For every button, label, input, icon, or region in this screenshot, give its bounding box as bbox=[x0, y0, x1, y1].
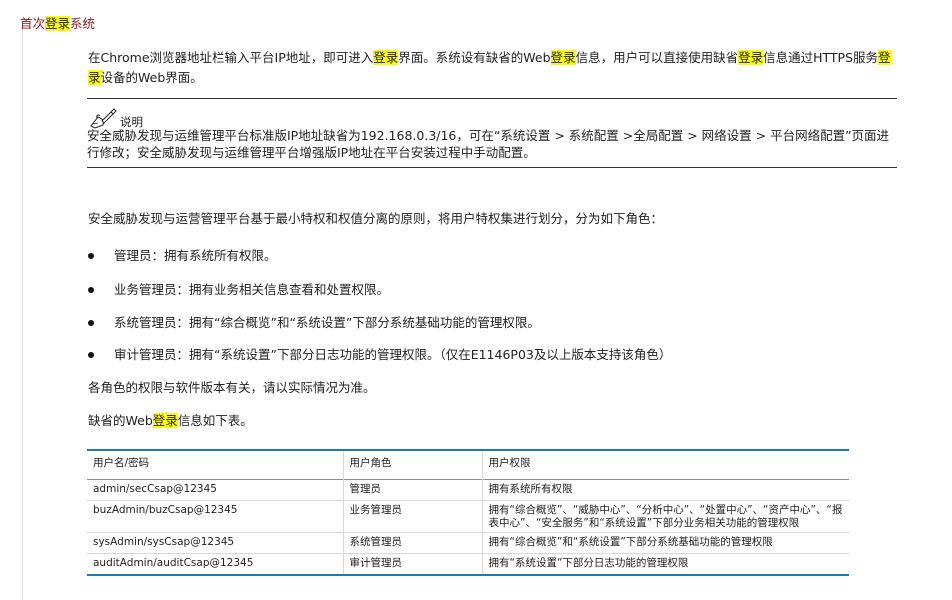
cell-role: 审计管理员 bbox=[343, 553, 483, 575]
highlighted-term: 登录 bbox=[738, 50, 764, 65]
note-box: 说明 安全威胁发现与运维管理平台标准版IP地址缺省为192.168.0.3/16… bbox=[87, 98, 897, 168]
column-header-role: 用户角色 bbox=[343, 450, 483, 480]
role-item-text: 业务管理员：拥有业务相关信息查看和处置权限。 bbox=[114, 282, 390, 297]
bullet-dot bbox=[88, 253, 94, 259]
intro-paragraph: 在Chrome浏览器地址栏输入平台IP地址，即可进入登录界面。系统设有缺省的We… bbox=[88, 48, 898, 88]
cell-credentials: admin/secCsap@12345 bbox=[87, 479, 344, 501]
text-run: 信息通过HTTPS服务 bbox=[763, 50, 879, 65]
cell-role: 系统管理员 bbox=[343, 532, 483, 554]
text-run: 设备的Web界面。 bbox=[100, 70, 203, 85]
note-text: 安全威胁发现与运维管理平台标准版IP地址缺省为192.168.0.3/16，可在… bbox=[87, 128, 890, 160]
section-title-highlight: 登录 bbox=[45, 16, 71, 31]
text-run: 缺省的Web bbox=[88, 413, 153, 428]
text-run: 在Chrome浏览器地址栏输入平台IP地址，即可进入 bbox=[88, 50, 374, 65]
column-header-credentials: 用户名/密码 bbox=[87, 450, 344, 480]
cell-credentials: auditAdmin/auditCsap@12345 bbox=[87, 553, 344, 575]
cell-role: 业务管理员 bbox=[343, 500, 483, 533]
note-header: 说明 bbox=[89, 105, 143, 129]
column-header-permissions: 用户权限 bbox=[488, 457, 531, 469]
version-note: 各角色的权限与软件版本有关，请以实际情况为准。 bbox=[88, 380, 376, 395]
text-run: 界面。系统设有缺省的Web bbox=[398, 50, 551, 65]
table-row: admin/secCsap@12345 管理员 拥有系统所有权限 bbox=[87, 479, 849, 501]
bullet-dot bbox=[88, 320, 94, 326]
page-left-rule bbox=[22, 30, 23, 600]
cell-permissions: 拥有“综合概览”、“威胁中心”、“分析中心”、“处置中心”、“资产中心”、“报表… bbox=[488, 504, 843, 529]
hand-writing-note-icon bbox=[89, 107, 117, 129]
highlighted-term: 登录 bbox=[550, 50, 576, 65]
cell-permissions: 拥有“综合概览”和“系统设置”下部分系统基础功能的管理权限 bbox=[488, 536, 773, 548]
role-item-text: 审计管理员：拥有“系统设置”下部分日志功能的管理权限。（仅在E1146P03及以… bbox=[114, 347, 672, 362]
bullet-dot bbox=[88, 287, 94, 293]
role-item-text: 管理员：拥有系统所有权限。 bbox=[114, 248, 277, 263]
cropped-previous-line bbox=[120, 0, 370, 3]
table-row: buzAdmin/buzCsap@12345 业务管理员 拥有“综合概览”、“威… bbox=[87, 500, 849, 533]
section-title-suffix: 系统 bbox=[70, 16, 96, 31]
table-row: sysAdmin/sysCsap@12345 系统管理员 拥有“综合概览”和“系… bbox=[87, 532, 849, 554]
cell-credentials: buzAdmin/buzCsap@12345 bbox=[87, 500, 344, 533]
table-header-row: 用户名/密码 用户角色 用户权限 bbox=[87, 450, 849, 480]
default-login-table: 用户名/密码 用户角色 用户权限 admin/secCsap@12345 管理员… bbox=[87, 449, 849, 576]
cell-role: 管理员 bbox=[343, 479, 483, 501]
text-run: 信息如下表。 bbox=[177, 413, 253, 428]
role-item-text: 系统管理员：拥有“综合概览”和“系统设置”下部分系统基础功能的管理权限。 bbox=[114, 315, 540, 330]
highlighted-term: 登录 bbox=[373, 50, 399, 65]
bullet-dot bbox=[88, 352, 94, 358]
section-title: 首次登录系统 bbox=[20, 15, 95, 33]
cell-credentials: sysAdmin/sysCsap@12345 bbox=[87, 532, 344, 554]
roles-intro: 安全威胁发现与运营管理平台基于最小特权和权值分离的原则，将用户特权集进行划分，分… bbox=[88, 211, 664, 226]
text-run: 信息，用户可以直接使用缺省 bbox=[575, 50, 739, 65]
cell-permissions: 拥有系统所有权限 bbox=[488, 483, 573, 495]
cell-permissions: 拥有“系统设置”下部分日志功能的管理权限 bbox=[488, 557, 689, 569]
table-row: auditAdmin/auditCsap@12345 审计管理员 拥有“系统设置… bbox=[87, 553, 849, 575]
table-intro: 缺省的Web登录信息如下表。 bbox=[88, 411, 898, 431]
section-title-prefix: 首次 bbox=[20, 16, 46, 31]
highlighted-term: 登录 bbox=[152, 413, 178, 428]
